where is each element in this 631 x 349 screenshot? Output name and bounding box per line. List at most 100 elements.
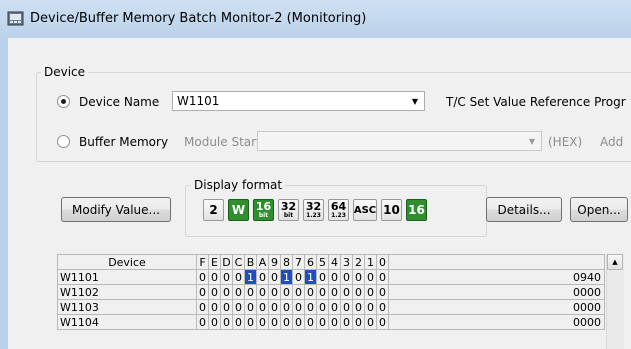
device-name-combo[interactable]: W1101 ▼ (172, 91, 425, 111)
bit-cell[interactable]: 0 (328, 299, 341, 315)
bit-cell[interactable]: 0 (340, 314, 353, 330)
bit-cell[interactable]: 0 (208, 299, 221, 315)
value-cell[interactable]: 0940 (388, 269, 605, 285)
bit-cell[interactable]: 0 (376, 269, 389, 285)
bit-cell[interactable]: 0 (364, 299, 377, 315)
bit-cell[interactable]: 1 (304, 269, 317, 285)
device-cell[interactable]: W1101 (57, 269, 197, 285)
format-hex-button[interactable]: 16 (406, 199, 427, 221)
scroll-up-icon[interactable]: ▲ (607, 254, 623, 270)
bit-cell[interactable]: 0 (280, 284, 293, 300)
bit-cell[interactable]: 0 (304, 314, 317, 330)
bit-cell[interactable]: 0 (256, 284, 269, 300)
bit-cell[interactable]: 0 (292, 284, 305, 300)
value-cell[interactable]: 0000 (388, 284, 605, 300)
bit-cell[interactable]: 0 (304, 299, 317, 315)
buffer-memory-radio[interactable] (57, 135, 70, 148)
bit-cell[interactable]: 0 (232, 284, 245, 300)
chevron-down-icon[interactable]: ▼ (524, 133, 540, 149)
bit-cell[interactable]: 0 (256, 269, 269, 285)
vertical-scrollbar[interactable]: ▲ (606, 254, 624, 349)
format-ascii-button[interactable]: ASC (353, 199, 377, 221)
bit-cell[interactable]: 0 (340, 284, 353, 300)
bit-cell[interactable]: 0 (376, 314, 389, 330)
bit-cell[interactable]: 0 (352, 314, 365, 330)
device-cell[interactable]: W1104 (57, 314, 197, 330)
bit-cell[interactable]: 0 (328, 284, 341, 300)
device-name-radio[interactable] (57, 95, 70, 108)
bit-cell[interactable]: 0 (352, 284, 365, 300)
bit-cell[interactable]: 0 (304, 284, 317, 300)
bit-cell[interactable]: 0 (340, 269, 353, 285)
bit-cell[interactable]: 0 (376, 284, 389, 300)
module-start-combo[interactable]: ▼ (257, 131, 542, 151)
bit-cell[interactable]: 0 (220, 314, 233, 330)
bit-cell[interactable]: 0 (196, 284, 209, 300)
bit-cell[interactable]: 0 (208, 284, 221, 300)
device-name-label[interactable]: Device Name (79, 95, 159, 109)
bit-cell[interactable]: 0 (220, 299, 233, 315)
bit-cell[interactable]: 0 (220, 284, 233, 300)
bit-cell[interactable]: 0 (244, 314, 257, 330)
bit-cell[interactable]: 0 (328, 314, 341, 330)
bit-cell[interactable]: 0 (352, 269, 365, 285)
bit-cell[interactable]: 0 (340, 299, 353, 315)
bit-cell[interactable]: 0 (208, 314, 221, 330)
bit-cell[interactable]: 0 (268, 314, 281, 330)
format-64real-button[interactable]: 64 1.23 (328, 199, 349, 221)
bit-cell[interactable]: 0 (364, 269, 377, 285)
bit-cell[interactable]: 0 (376, 299, 389, 315)
modify-value-button[interactable]: Modify Value... (61, 197, 171, 222)
bit-cell[interactable]: 0 (316, 269, 329, 285)
device-cell[interactable]: W1102 (57, 284, 197, 300)
format-32bit-button[interactable]: 32 bit (278, 199, 299, 221)
bit-cell[interactable]: 0 (196, 269, 209, 285)
bit-cell[interactable]: 0 (232, 299, 245, 315)
title-bar[interactable]: Device/Buffer Memory Batch Monitor-2 (Mo… (0, 0, 631, 38)
format-binary-button[interactable]: 2 (203, 199, 224, 221)
bit-cell[interactable]: 0 (268, 269, 281, 285)
value-cell[interactable]: 0000 (388, 314, 605, 330)
bit-cell[interactable]: 0 (256, 314, 269, 330)
bit-cell[interactable]: 0 (268, 299, 281, 315)
bit-cell[interactable]: 0 (232, 269, 245, 285)
bit-cell[interactable]: 0 (280, 314, 293, 330)
bit-cell[interactable]: 0 (196, 314, 209, 330)
format-decimal-button[interactable]: 10 (381, 199, 402, 221)
table-row[interactable]: W1101 0 0 0 0 1 0 0 1 0 1 0 0 0 0 0 0 0940 (57, 269, 605, 285)
bit-cell[interactable]: 0 (328, 269, 341, 285)
bit-cell[interactable]: 0 (292, 299, 305, 315)
bit-cell[interactable]: 0 (220, 269, 233, 285)
bit-cell[interactable]: 0 (280, 299, 293, 315)
bit-cell[interactable]: 1 (244, 269, 257, 285)
device-cell[interactable]: W1103 (57, 299, 197, 315)
value-cell[interactable]: 0000 (388, 299, 605, 315)
bit-cell[interactable]: 0 (316, 299, 329, 315)
bit-cell[interactable]: 0 (244, 299, 257, 315)
column-header-bit: 7 (292, 254, 305, 270)
bit-cell[interactable]: 0 (268, 284, 281, 300)
bit-cell[interactable]: 0 (352, 299, 365, 315)
bit-cell[interactable]: 0 (232, 314, 245, 330)
format-32real-button[interactable]: 32 1.23 (303, 199, 324, 221)
format-word-button[interactable]: W (228, 199, 249, 221)
table-row[interactable]: W1102 0 0 0 0 0 0 0 0 0 0 0 0 0 0 0 0 0000 (57, 284, 605, 300)
bit-cell[interactable]: 0 (292, 314, 305, 330)
bit-cell[interactable]: 0 (208, 269, 221, 285)
bit-cell[interactable]: 0 (244, 284, 257, 300)
bit-cell[interactable]: 0 (316, 314, 329, 330)
details-button[interactable]: Details... (486, 197, 562, 222)
open-button[interactable]: Open... (570, 197, 628, 222)
bit-cell[interactable]: 0 (364, 284, 377, 300)
bit-cell[interactable]: 1 (280, 269, 293, 285)
table-row[interactable]: W1103 0 0 0 0 0 0 0 0 0 0 0 0 0 0 0 0 0000 (57, 299, 605, 315)
bit-cell[interactable]: 0 (292, 269, 305, 285)
chevron-down-icon[interactable]: ▼ (407, 93, 423, 109)
buffer-memory-label[interactable]: Buffer Memory (79, 135, 168, 149)
table-row[interactable]: W1104 0 0 0 0 0 0 0 0 0 0 0 0 0 0 0 0 0000 (57, 314, 605, 330)
bit-cell[interactable]: 0 (364, 314, 377, 330)
format-16bit-button[interactable]: 16 bit (253, 199, 274, 221)
bit-cell[interactable]: 0 (256, 299, 269, 315)
bit-cell[interactable]: 0 (316, 284, 329, 300)
bit-cell[interactable]: 0 (196, 299, 209, 315)
